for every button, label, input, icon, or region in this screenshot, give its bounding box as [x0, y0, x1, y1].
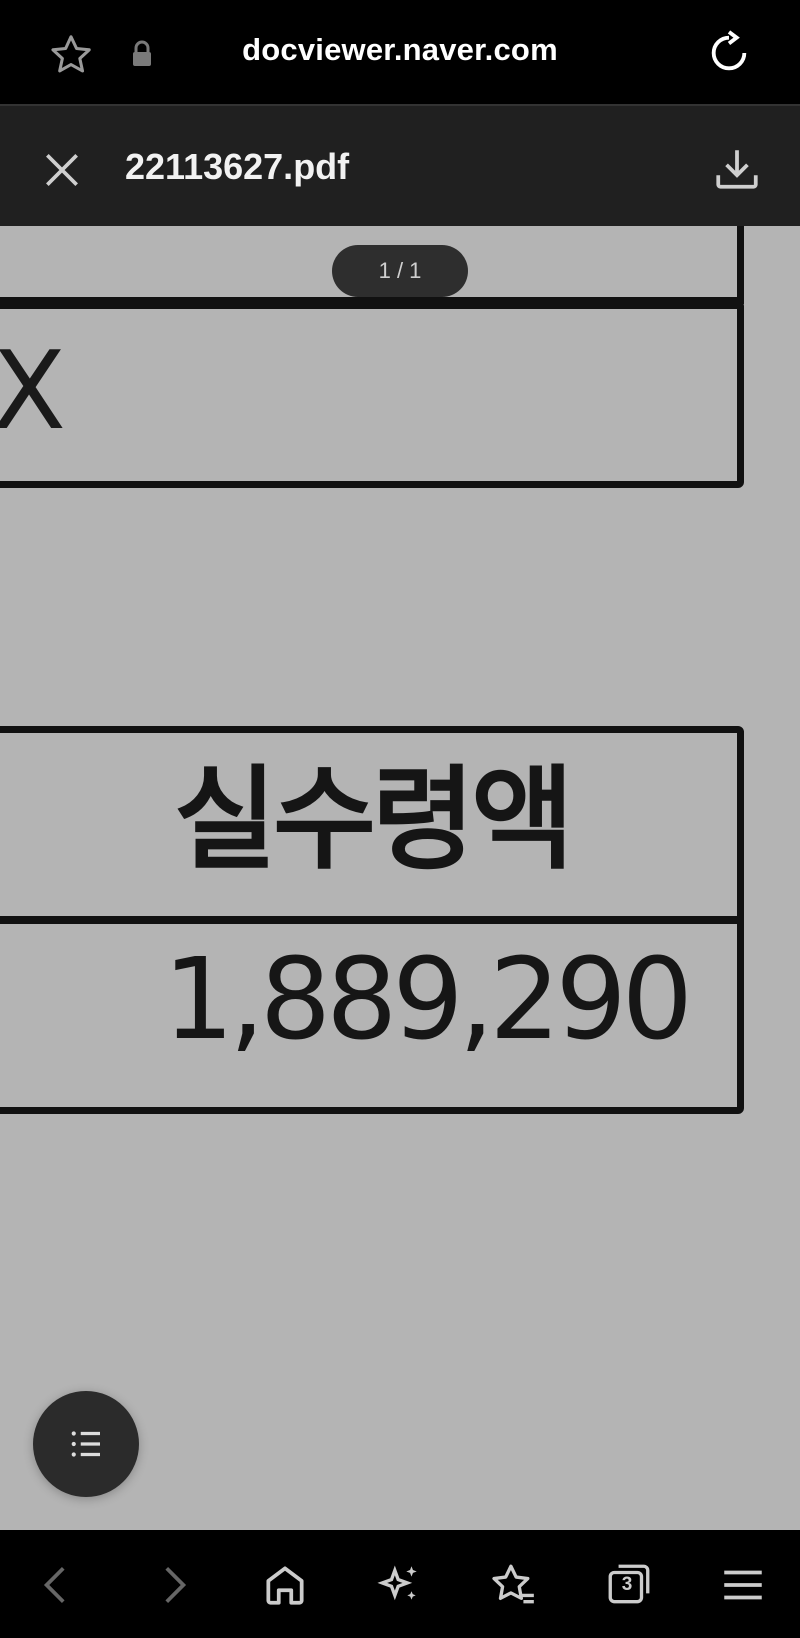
sparkle-icon[interactable] — [374, 1560, 424, 1610]
home-icon[interactable] — [260, 1560, 310, 1610]
tab-count: 3 — [621, 1574, 633, 1595]
forward-icon[interactable] — [148, 1560, 198, 1610]
bookmarks-icon[interactable] — [488, 1560, 538, 1610]
cell-mark-text: X — [0, 329, 66, 454]
browser-top-bar: docviewer.naver.com — [0, 0, 800, 104]
net-pay-label: 실수령액 — [173, 755, 574, 885]
download-icon[interactable] — [712, 144, 762, 194]
reload-icon[interactable] — [706, 30, 752, 76]
table-cell-mark — [0, 302, 744, 488]
document-page[interactable]: X 실수령액 1,889,290 1 / 1 — [0, 226, 800, 1530]
browser-bottom-nav: 3 — [0, 1530, 800, 1638]
document-title: 22113627.pdf — [125, 146, 350, 187]
page-indicator: 1 / 1 — [332, 245, 468, 297]
document-header: 22113627.pdf — [0, 104, 800, 228]
net-pay-amount: 1,889,290 — [162, 935, 693, 1065]
tabs-button[interactable]: 3 — [604, 1560, 654, 1610]
back-icon[interactable] — [32, 1560, 82, 1610]
menu-icon[interactable] — [718, 1560, 768, 1610]
address-bar-url[interactable]: docviewer.naver.com — [0, 32, 800, 68]
toc-button[interactable] — [33, 1391, 139, 1497]
list-icon — [71, 1431, 100, 1457]
close-icon[interactable] — [40, 148, 84, 192]
